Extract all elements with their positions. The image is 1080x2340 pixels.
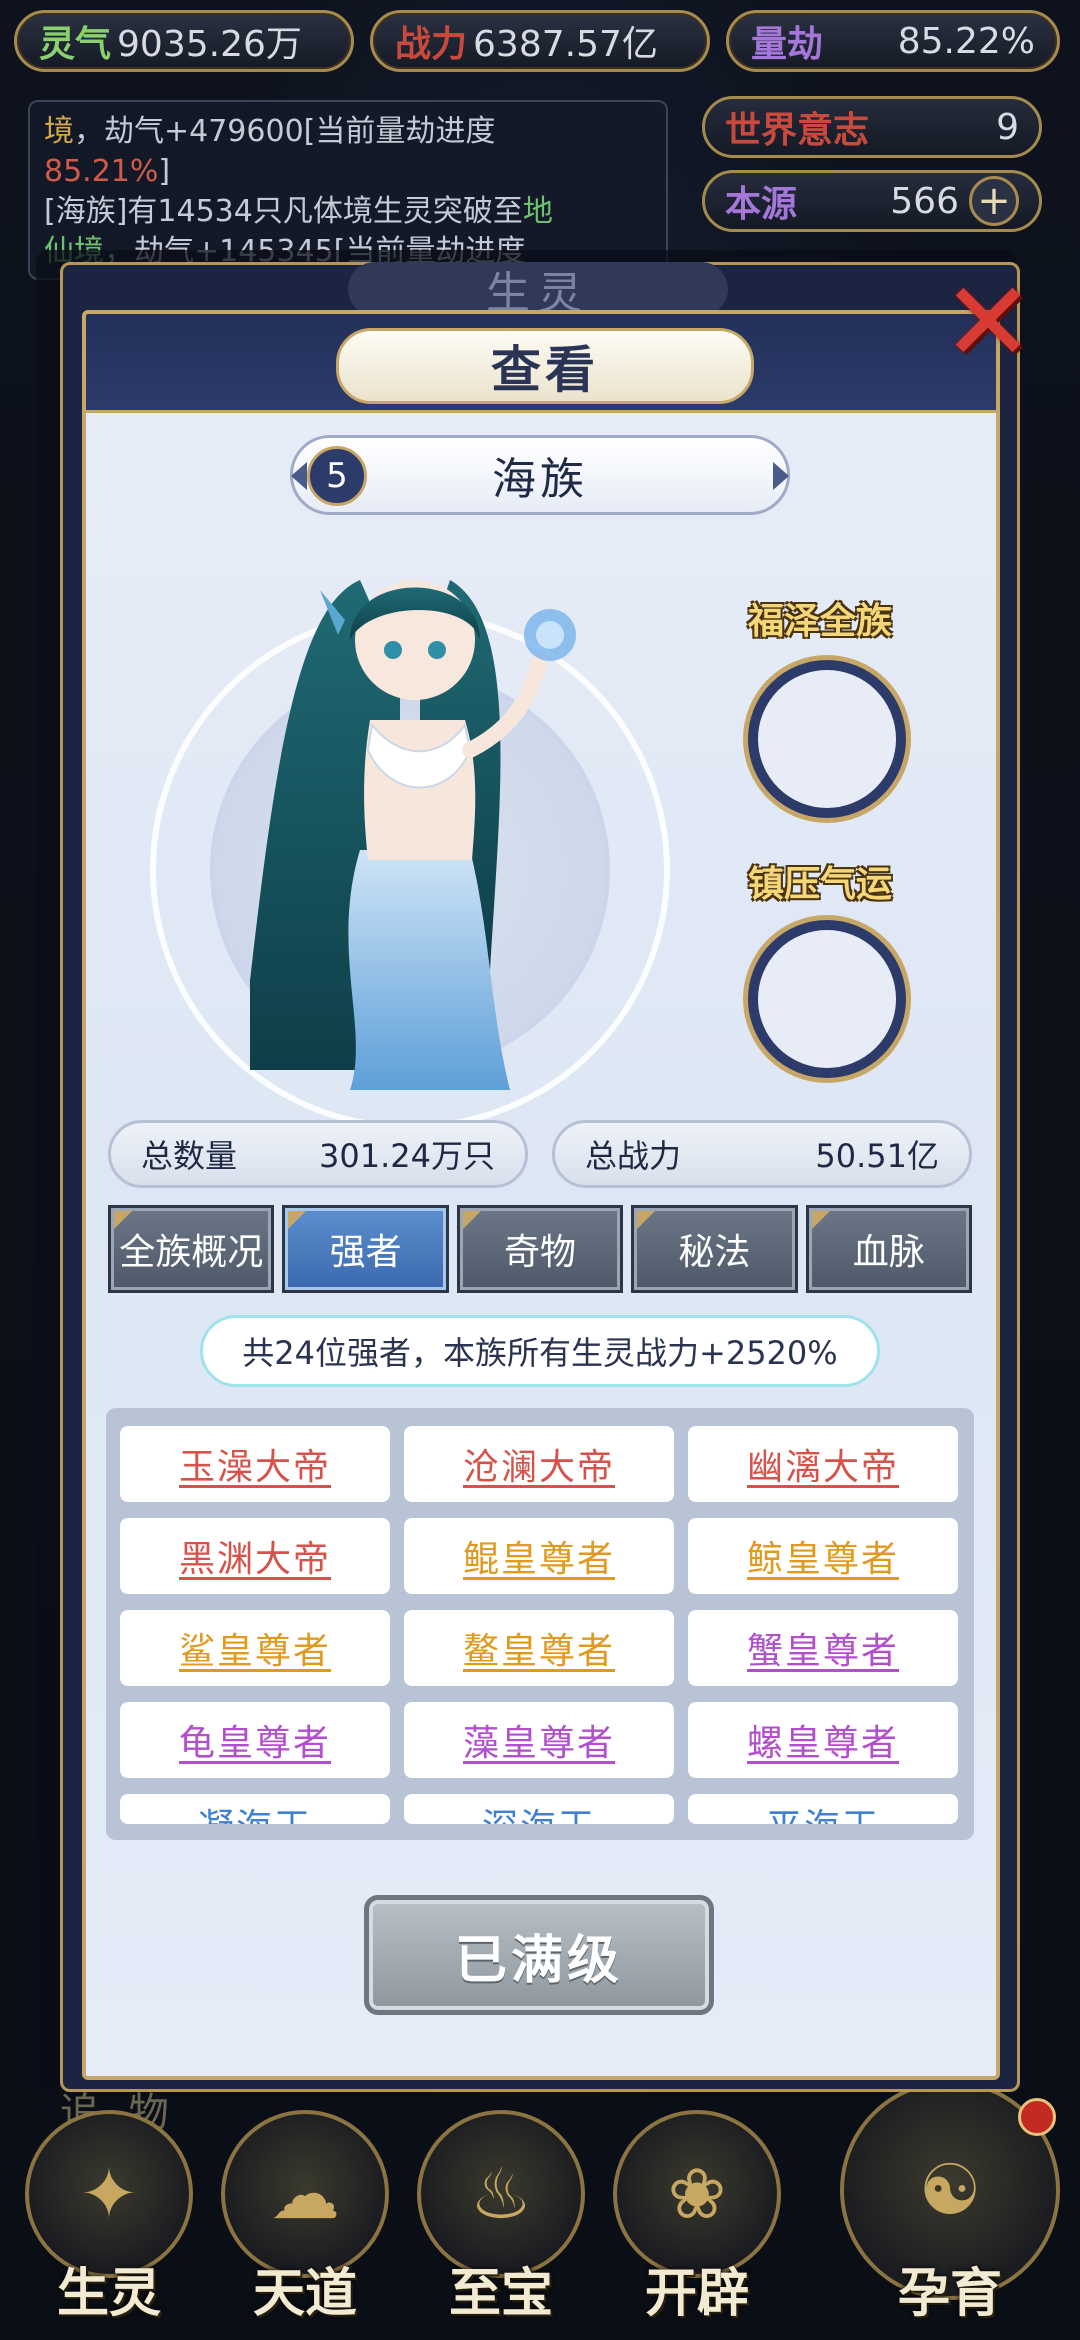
race-name: 海族 (492, 454, 588, 505)
elite-item[interactable]: 玉澡大帝 (120, 1426, 390, 1502)
race-selector[interactable]: 5 海族 (290, 435, 790, 515)
tab-secret-arts[interactable]: 秘法 (631, 1205, 798, 1293)
elite-summary: 共24位强者，本族所有生灵战力+2520% (200, 1315, 880, 1387)
elite-item[interactable]: 沧澜大帝 (404, 1426, 674, 1502)
race-level-badge: 5 (307, 446, 367, 506)
log-line1: ，劫气+479600[当前量劫进度 (74, 114, 496, 149)
total-power-label: 总战力 (585, 1137, 682, 1175)
log-line2: 85.21% (44, 154, 159, 189)
resource-liangjie[interactable]: 量劫 85.22% (726, 10, 1060, 72)
elite-item[interactable]: 平海王 (688, 1794, 958, 1824)
stat-total-count: 总数量 301.24万只 (108, 1120, 528, 1188)
log-line2-suffix: ] (158, 154, 171, 189)
total-count-label: 总数量 (141, 1137, 238, 1175)
nav-tiandao[interactable]: ☁ 天道 (216, 2110, 394, 2330)
world-will-pill[interactable]: 世界意志 9 (702, 96, 1042, 158)
benyuan-label: 本源 (725, 184, 798, 225)
mermaid-figure-icon (250, 580, 576, 1090)
elite-item[interactable]: 蟹皇尊者 (688, 1610, 958, 1686)
elite-grid: 玉澡大帝 沧澜大帝 幽漓大帝黑渊大帝 鲲皇尊者 鲸皇尊者鲨皇尊者 鳌皇尊者 蟹皇尊者龟皇尊者… (120, 1426, 960, 1824)
nav-shengling[interactable]: ✦ 生灵 (20, 2110, 198, 2330)
tab-bloodline[interactable]: 血脉 (805, 1205, 973, 1293)
maxed-level-button[interactable]: 已满级 (364, 1895, 714, 2015)
elite-list-panel[interactable]: 玉澡大帝 沧澜大帝 幽漓大帝黑渊大帝 鲲皇尊者 鲸皇尊者鲨皇尊者 鳌皇尊者 蟹皇尊者龟皇尊者… (106, 1408, 974, 1840)
benyuan-pill[interactable]: 本源 566 + (702, 170, 1042, 232)
liangjie-value: 85.22% (897, 20, 1035, 62)
world-will-value: 9 (996, 106, 1019, 148)
tab-overview[interactable]: 全族概况 (108, 1205, 275, 1293)
dialog-header: 查看 (86, 314, 996, 413)
liangjie-label: 量劫 (751, 24, 824, 65)
log-line1-prefix: 境 (44, 114, 74, 149)
dialog-title: 查看 (336, 328, 754, 404)
notification-dot (1018, 2098, 1056, 2136)
slot-blessing-label: 福泽全族 (748, 601, 893, 642)
close-button[interactable]: ✕ (936, 258, 1040, 386)
slot-suppress-label: 镇压气运 (748, 864, 893, 905)
tab-elites[interactable]: 强者 (282, 1205, 449, 1293)
nav-zhibao-label: 至宝 (448, 2264, 553, 2324)
log-line3-hl: 地 (522, 194, 553, 229)
nav-kaipi-label: 开辟 (644, 2264, 749, 2324)
elite-item[interactable]: 深海王 (404, 1794, 674, 1824)
elite-item[interactable]: 龟皇尊者 (120, 1702, 390, 1778)
nav-yunyu[interactable]: ☯ 孕育 (840, 2080, 1060, 2330)
nav-kaipi[interactable]: ❀ 开辟 (608, 2110, 786, 2330)
log-line3: [海族]有14534只凡体境生灵突破至 (44, 194, 523, 229)
back-panel-title: 生灵 (348, 262, 728, 319)
zhanli-value: 6387.57亿 (473, 24, 658, 65)
stat-total-power: 总战力 50.51亿 (552, 1120, 972, 1188)
elite-item[interactable]: 鲨皇尊者 (120, 1610, 390, 1686)
elite-item[interactable]: 凝海王 (120, 1794, 390, 1824)
nav-zhibao[interactable]: ♨ 至宝 (412, 2110, 590, 2330)
prev-arrow-icon[interactable] (291, 462, 307, 490)
elite-item[interactable]: 幽漓大帝 (688, 1426, 958, 1502)
lingqi-label: 灵气 (39, 24, 112, 65)
world-will-label: 世界意志 (725, 110, 870, 151)
nav-yunyu-label: 孕育 (897, 2264, 1002, 2324)
slot-blessing[interactable] (748, 660, 906, 818)
close-x-icon: ✕ (941, 258, 1035, 386)
elite-item[interactable]: 鳌皇尊者 (404, 1610, 674, 1686)
dialog-tabs: 全族概况 强者 奇物 秘法 血脉 (108, 1205, 973, 1293)
slot-suppress[interactable] (748, 920, 906, 1078)
elite-item[interactable]: 藻皇尊者 (404, 1702, 674, 1778)
next-arrow-icon[interactable] (773, 462, 789, 490)
elite-item[interactable]: 鲸皇尊者 (688, 1518, 958, 1594)
resource-lingqi[interactable]: 灵气 9035.26万 (14, 10, 354, 72)
benyuan-value: 566 (890, 180, 959, 222)
zhanli-label: 战力 (395, 24, 468, 65)
elite-item[interactable]: 黑渊大帝 (120, 1518, 390, 1594)
elite-item[interactable]: 螺皇尊者 (688, 1702, 958, 1778)
total-count-value: 301.24万只 (319, 1137, 495, 1175)
nav-shengling-label: 生灵 (56, 2264, 161, 2324)
total-power-value: 50.51亿 (815, 1137, 939, 1175)
resource-zhanli[interactable]: 战力 6387.57亿 (370, 10, 710, 72)
bottom-nav: ✦ 生灵 ☁ 天道 ♨ 至宝 ❀ 开辟 ☯ 孕育 (0, 2080, 1080, 2340)
race-portrait (140, 540, 700, 1130)
elite-item[interactable]: 鲲皇尊者 (404, 1518, 674, 1594)
nav-tiandao-label: 天道 (252, 2264, 357, 2324)
add-icon[interactable]: + (969, 176, 1019, 226)
lingqi-value: 9035.26万 (117, 24, 302, 65)
tab-treasures[interactable]: 奇物 (456, 1205, 624, 1293)
